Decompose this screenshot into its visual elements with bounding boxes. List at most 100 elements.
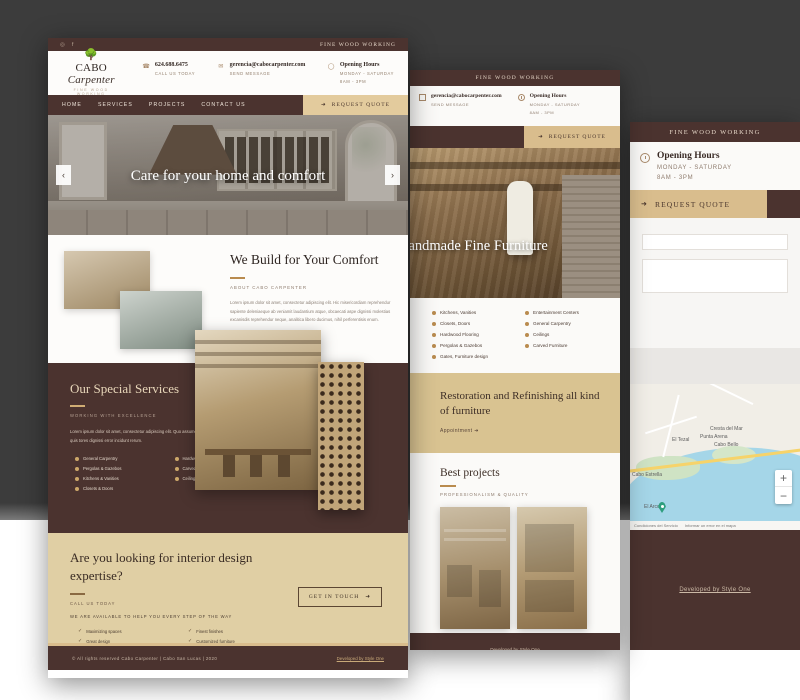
bullet-icon [525, 310, 529, 315]
map-report-link[interactable]: Informar un error en el mapa [685, 523, 736, 528]
cta-heading: Are you looking for interior design expe… [70, 550, 253, 584]
map-footer: Condiciones del Servicio Informar un err… [630, 521, 800, 530]
service-label: Pergolas & Gazebos [83, 466, 122, 472]
nav-item-projects[interactable]: PROJECTS [149, 102, 185, 108]
get-in-touch-button[interactable]: GET IN TOUCH ➜ [297, 587, 382, 607]
m2-service-label: Entertainment Centers [533, 310, 579, 315]
hero-next-button[interactable]: › [385, 165, 400, 185]
cta-feature: ✓ Customized furniture [188, 637, 298, 644]
divider [70, 405, 85, 407]
m1-social-links[interactable]: ◎ f [60, 42, 73, 48]
get-in-touch-label: GET IN TOUCH [308, 594, 360, 600]
service-item[interactable]: Pergolas & Gazebos [75, 466, 161, 471]
logo[interactable]: 🌳 CABO Carpenter FINE WOOD WORKING [62, 48, 120, 96]
m3-contact-form[interactable] [630, 218, 800, 348]
m2-services-grid: Kitchens, Vanities Entertainment Centers… [432, 310, 608, 359]
m2-developed-by-link[interactable]: Developed by Style One [490, 647, 540, 651]
cta-feature-label: Great design [86, 638, 111, 644]
map-marker-icon[interactable] [658, 502, 666, 513]
check-icon: ✓ [188, 637, 193, 644]
map-zoom-out-button[interactable]: − [775, 487, 792, 504]
m3-developed-by-link[interactable]: Developed by Style One [679, 587, 750, 593]
arrow-right-icon: ➜ [320, 102, 327, 108]
instagram-icon[interactable]: ◎ [60, 42, 65, 48]
bullet-icon [174, 456, 179, 461]
bullet-icon [432, 343, 436, 348]
hero-slider[interactable]: Care for your home and comfort ‹ › [48, 115, 408, 235]
m3-name-input[interactable] [642, 234, 788, 250]
divider [70, 593, 85, 595]
m2-service-item[interactable]: Carved Furniture [525, 343, 608, 348]
m2-appointment-label: Appointment [440, 427, 473, 434]
m2-services-list: Kitchens, Vanities Entertainment Centers… [410, 298, 620, 373]
m1-phone-block[interactable]: ☎ 624.688.6475 CALL US TODAY [142, 62, 195, 84]
m2-email-sub: SEND MESSAGE [431, 102, 470, 107]
m2-hero: Handmade Fine Furniture [410, 148, 620, 298]
mockup-services-page[interactable]: FINE WOOD WORKING gerencia@cabocarpenter… [410, 70, 620, 650]
m2-service-item[interactable]: Pergolas & Gazebos [432, 343, 515, 348]
nav-item-contact-us[interactable]: CONTACT US [201, 102, 245, 108]
m2-service-item[interactable]: Ceilings [525, 332, 608, 337]
m3-divider [630, 348, 800, 384]
m2-email-block[interactable]: gerencia@cabocarpenter.com SEND MESSAGE [419, 93, 502, 119]
m2-appointment-link[interactable]: Appointment ➜ [440, 428, 606, 434]
m2-projects-heading: Best projects [440, 467, 500, 479]
service-item[interactable]: General Carpentry [75, 456, 161, 461]
cta-feature: ✓ Great design [78, 638, 188, 644]
facebook-icon[interactable]: f [72, 42, 74, 48]
bullet-icon [75, 456, 79, 461]
m1-phone-value: 624.688.6475 [154, 62, 188, 68]
tree-icon: 🌳 [84, 48, 99, 61]
bullet-icon [525, 332, 529, 337]
arrow-right-icon: ➜ [365, 594, 371, 600]
clock-icon: ◯ [327, 64, 335, 70]
logo-name-bold: CABO [75, 61, 107, 74]
map-terms-link[interactable]: Condiciones del Servicio [634, 523, 678, 528]
map-label: Cresta del Mar [710, 426, 743, 432]
m2-service-item[interactable]: Entertainment Centers [525, 310, 608, 315]
m1-email-sub: SEND MESSAGE [229, 71, 271, 76]
service-item[interactable]: Kitchens & Vanities [75, 476, 161, 481]
hero-prev-button[interactable]: ‹ [56, 165, 71, 185]
m3-request-quote-button[interactable]: ➜ REQUEST QUOTE [630, 190, 767, 218]
nav-item-services[interactable]: SERVICES [98, 102, 133, 108]
m2-restoration-banner: Restoration and Refinishing all kind of … [410, 373, 620, 453]
request-quote-button[interactable]: ➜ REQUEST QUOTE [303, 95, 408, 115]
m3-map[interactable]: El Tezal Punta Arena Cresta del Mar Cabo… [630, 384, 800, 530]
m2-project-card[interactable] [440, 506, 510, 629]
cta-feature-label: Customized furniture [196, 638, 235, 644]
m2-service-item[interactable]: Closets, Doors [432, 321, 515, 326]
m2-service-item[interactable]: Kitchens, Vanities [432, 310, 515, 315]
phone-icon: ☎ [142, 64, 150, 70]
check-icon: ✓ [188, 627, 193, 634]
m2-service-label: Gates, Furniture design [440, 354, 489, 359]
map-zoom-controls[interactable]: + − [775, 470, 792, 504]
cta-feature-label: Finest finishes [196, 628, 223, 634]
m3-quote-cap [767, 190, 800, 218]
bullet-icon [525, 343, 529, 348]
nav-item-home[interactable]: HOME [62, 102, 82, 108]
overlay-image-dining-room [195, 330, 321, 490]
m2-quote-label: REQUEST QUOTE [548, 134, 606, 140]
divider [440, 485, 456, 487]
m2-service-item[interactable]: General Carpentry [525, 321, 608, 326]
m2-project-card[interactable] [517, 506, 587, 629]
m2-restoration-heading: Restoration and Refinishing all kind of … [440, 390, 600, 417]
m3-hours-title: Opening Hours [657, 151, 720, 161]
m2-request-quote-button[interactable]: ➜ REQUEST QUOTE [524, 126, 620, 148]
m1-email-block[interactable]: ✉ gerencia@cabocarpenter.com SEND MESSAG… [217, 62, 305, 84]
m3-hours-days: MONDAY - SATURDAY [657, 165, 732, 171]
footer-developed-by-link[interactable]: Developed by Style One [337, 656, 384, 661]
map-zoom-in-button[interactable]: + [775, 470, 792, 487]
m2-tagline: FINE WOOD WORKING [475, 75, 555, 81]
m3-message-input[interactable] [642, 259, 788, 293]
clock-icon [640, 153, 650, 163]
m3-tagline: FINE WOOD WORKING [669, 128, 761, 136]
m1-phone-sub: CALL US TODAY [154, 71, 196, 76]
service-item[interactable]: Closets & Doors [75, 486, 161, 491]
mockup-contact-page[interactable]: FINE WOOD WORKING Opening Hours MONDAY -… [630, 122, 800, 700]
m2-service-item[interactable]: Hardwood Flooring [432, 332, 515, 337]
m2-service-item[interactable]: Gates, Furniture design [432, 354, 515, 359]
m1-nav[interactable]: HOME SERVICES PROJECTS CONTACT US [48, 95, 246, 115]
cta-feature: ✓ Finest finishes [188, 627, 298, 634]
